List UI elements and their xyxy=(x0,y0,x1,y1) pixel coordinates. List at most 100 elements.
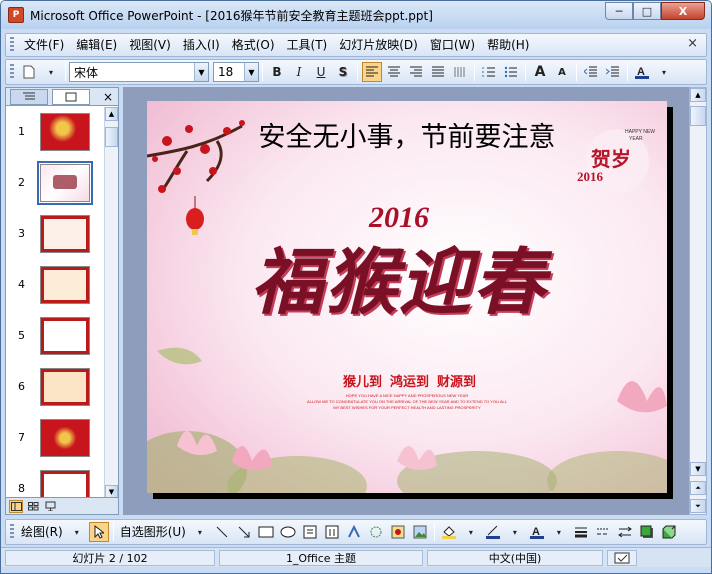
menu-item-slideshow[interactable]: 幻灯片放映(D) xyxy=(333,35,424,55)
chevron-down-icon[interactable]: ▾ xyxy=(461,522,481,542)
scrollbar-thumb[interactable] xyxy=(105,127,118,147)
slide-editor-area[interactable]: 安全无小事，节前要注意 HAPPY NEW YEAR 贺岁 2016 2016 … xyxy=(123,87,689,515)
font-name-combobox[interactable]: 宋体 ▼ xyxy=(69,62,209,82)
wordart-icon[interactable] xyxy=(344,522,364,542)
align-left-icon[interactable] xyxy=(362,62,382,82)
arrow-style-icon[interactable] xyxy=(615,522,635,542)
diagram-icon[interactable] xyxy=(366,522,386,542)
italic-button[interactable]: I xyxy=(289,62,309,82)
title-bar[interactable]: P Microsoft Office PowerPoint - [2016猴年节… xyxy=(1,1,711,29)
autoshapes-menu-button[interactable]: 自选图形(U) xyxy=(117,522,189,542)
bold-button[interactable]: B xyxy=(267,62,287,82)
minimize-button[interactable]: ─ xyxy=(605,2,633,20)
menu-item-file[interactable]: 文件(F) xyxy=(18,35,70,55)
close-pane-button[interactable]: × xyxy=(103,90,113,104)
maximize-button[interactable]: □ xyxy=(633,2,661,20)
grow-font-button[interactable]: A xyxy=(530,62,550,82)
3d-style-icon[interactable] xyxy=(659,522,679,542)
arrow-tool-icon[interactable] xyxy=(234,522,254,542)
tab-slides[interactable] xyxy=(52,88,90,105)
slide-thumbnail-row[interactable]: 1 xyxy=(6,113,104,159)
clipart-icon[interactable] xyxy=(388,522,408,542)
line-color-icon[interactable] xyxy=(483,522,503,542)
chevron-down-icon[interactable]: ▼ xyxy=(194,63,208,81)
align-center-icon[interactable] xyxy=(384,62,404,82)
scrollbar-thumb[interactable] xyxy=(690,106,706,126)
slide-thumbnail[interactable] xyxy=(40,317,90,355)
select-pointer-icon[interactable] xyxy=(88,522,109,542)
toolbar-grip-icon[interactable] xyxy=(10,37,14,53)
oval-tool-icon[interactable] xyxy=(278,522,298,542)
chevron-down-icon[interactable]: ▾ xyxy=(190,522,210,542)
slide-thumbnail-row[interactable]: 5 xyxy=(6,317,104,363)
line-style-icon[interactable] xyxy=(571,522,591,542)
menu-item-tools[interactable]: 工具(T) xyxy=(281,35,334,55)
slide-thumbnail[interactable] xyxy=(40,215,90,253)
chevron-down-icon[interactable]: ▾ xyxy=(505,522,525,542)
slide-thumbnail[interactable] xyxy=(40,470,90,499)
spelling-check-icon[interactable] xyxy=(607,549,637,566)
shadow-button[interactable]: S xyxy=(333,62,353,82)
dash-style-icon[interactable] xyxy=(593,522,613,542)
tab-outline[interactable] xyxy=(10,88,48,105)
fill-color-icon[interactable] xyxy=(439,522,459,542)
next-slide-icon[interactable]: ⏷ xyxy=(690,499,706,513)
chevron-down-icon[interactable]: ▾ xyxy=(67,522,87,542)
slide-thumbnail-row[interactable]: 8 xyxy=(6,470,104,499)
slide-thumbnail-row[interactable]: 2 xyxy=(6,161,104,210)
slide-thumbnail[interactable] xyxy=(40,419,90,457)
menu-item-window[interactable]: 窗口(W) xyxy=(424,35,481,55)
chevron-down-icon[interactable]: ▾ xyxy=(654,62,674,82)
slide-thumbnail[interactable] xyxy=(40,368,90,406)
chevron-down-icon[interactable]: ▼ xyxy=(244,63,258,81)
slide-thumbnail[interactable] xyxy=(40,113,90,151)
thumbnails-scrollbar[interactable]: ▲ ▼ xyxy=(104,107,118,499)
font-size-combobox[interactable]: 18 ▼ xyxy=(213,62,259,82)
scroll-up-icon[interactable]: ▲ xyxy=(690,88,706,102)
vertical-text-box-icon[interactable] xyxy=(322,522,342,542)
slide-thumbnail[interactable] xyxy=(40,266,90,304)
slide-thumbnail-row[interactable]: 4 xyxy=(6,266,104,312)
distribute-icon[interactable] xyxy=(428,62,448,82)
menu-item-view[interactable]: 视图(V) xyxy=(123,35,177,55)
normal-view-icon[interactable] xyxy=(9,499,23,513)
font-color-icon[interactable]: A xyxy=(632,62,652,82)
draw-menu-button[interactable]: 绘图(R) xyxy=(18,522,66,542)
toolbar-options-icon[interactable]: ▾ xyxy=(41,62,61,82)
slideshow-icon[interactable] xyxy=(43,500,57,513)
new-document-icon[interactable] xyxy=(19,62,39,82)
rectangle-tool-icon[interactable] xyxy=(256,522,276,542)
slide-thumbnail-row[interactable]: 7 xyxy=(6,419,104,465)
menu-item-edit[interactable]: 编辑(E) xyxy=(70,35,123,55)
vertical-text-icon[interactable] xyxy=(450,62,470,82)
menu-item-insert[interactable]: 插入(I) xyxy=(177,35,226,55)
editor-vertical-scrollbar[interactable]: ▲ ▼ ⏶ ⏷ xyxy=(689,87,707,515)
slide-thumbnail[interactable] xyxy=(37,161,93,205)
menu-item-help[interactable]: 帮助(H) xyxy=(481,35,535,55)
menu-item-format[interactable]: 格式(O) xyxy=(226,35,281,55)
bullets-icon[interactable] xyxy=(501,62,521,82)
slide-sorter-icon[interactable] xyxy=(26,500,40,513)
current-slide[interactable]: 安全无小事，节前要注意 HAPPY NEW YEAR 贺岁 2016 2016 … xyxy=(147,101,667,493)
slide-title[interactable]: 安全无小事，节前要注意 xyxy=(147,115,667,154)
align-right-icon[interactable] xyxy=(406,62,426,82)
chevron-down-icon[interactable]: ▾ xyxy=(549,522,569,542)
shrink-font-button[interactable]: A xyxy=(552,62,572,82)
numbering-icon[interactable] xyxy=(479,62,499,82)
underline-button[interactable]: U xyxy=(311,62,331,82)
scroll-up-icon[interactable]: ▲ xyxy=(105,107,118,121)
shadow-style-icon[interactable] xyxy=(637,522,657,542)
decrease-indent-icon[interactable] xyxy=(581,62,601,82)
slide-thumbnail-row[interactable]: 3 xyxy=(6,215,104,261)
toolbar-grip-icon[interactable] xyxy=(10,64,14,80)
close-document-button[interactable]: × xyxy=(687,36,698,51)
text-box-icon[interactable] xyxy=(300,522,320,542)
close-button[interactable]: X xyxy=(661,2,705,20)
font-color-icon[interactable]: A xyxy=(527,522,547,542)
toolbar-grip-icon[interactable] xyxy=(10,524,14,540)
powerpoint-app-icon[interactable]: P xyxy=(8,7,24,23)
insert-picture-icon[interactable] xyxy=(410,522,430,542)
line-tool-icon[interactable] xyxy=(212,522,232,542)
increase-indent-icon[interactable] xyxy=(603,62,623,82)
slide-thumbnail-row[interactable]: 6 xyxy=(6,368,104,414)
